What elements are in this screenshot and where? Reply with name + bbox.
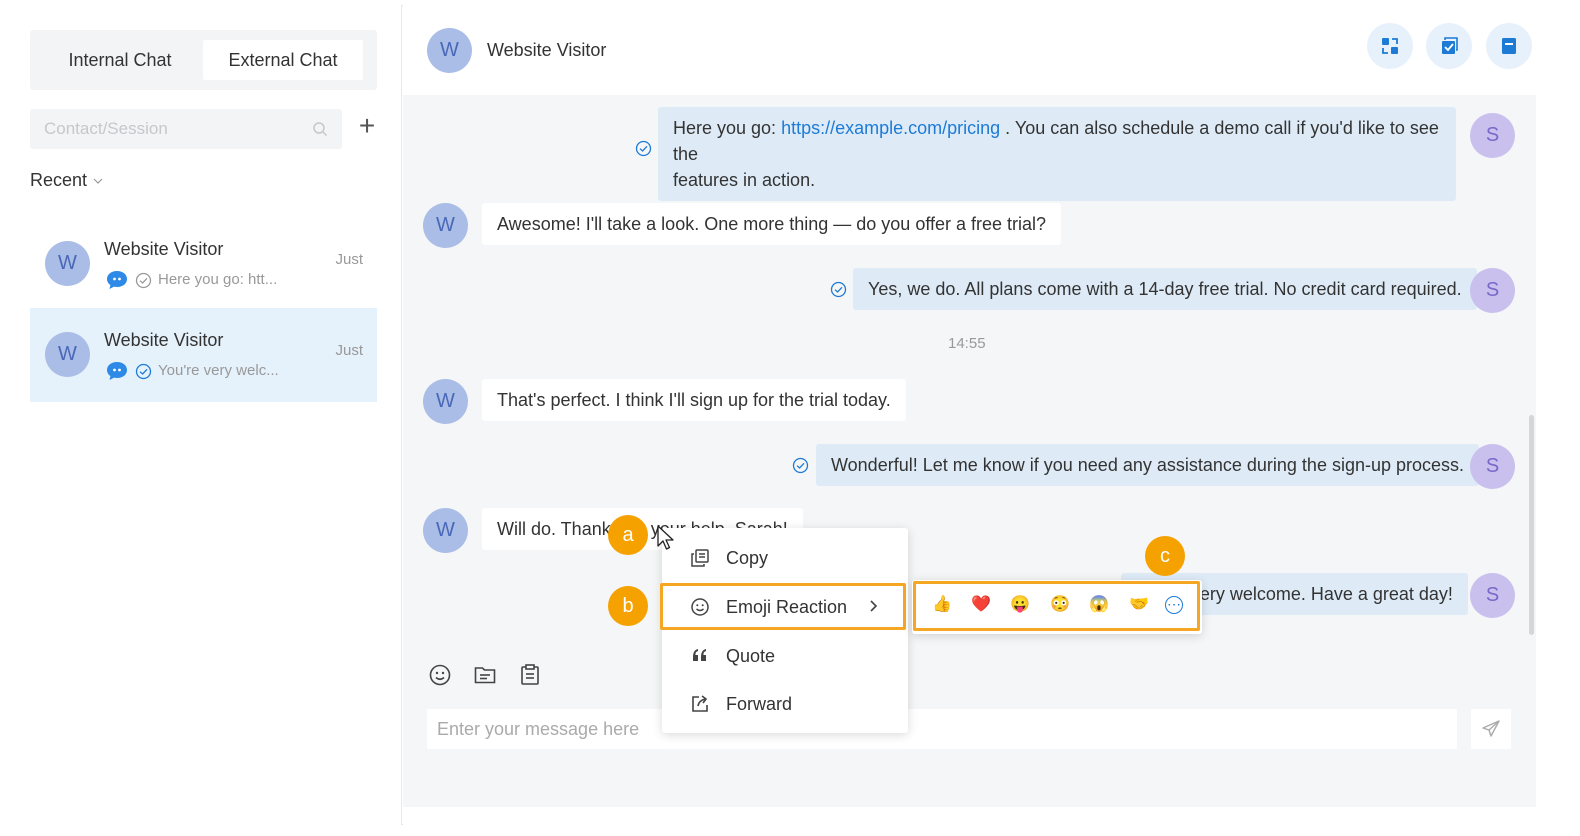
copy-icon <box>691 549 709 567</box>
agent-avatar: S <box>1470 268 1515 313</box>
tab-external-chat[interactable]: External Chat <box>203 40 363 80</box>
read-check-icon <box>135 363 152 380</box>
message-text: features in action. <box>673 170 816 190</box>
scrollbar[interactable] <box>1529 415 1534 635</box>
menu-item-copy[interactable]: Copy <box>662 534 908 580</box>
message-timestamp: 14:55 <box>948 335 986 352</box>
message-bubble-incoming[interactable]: Awesome! I'll take a look. One more thin… <box>482 203 1062 245</box>
conversation-preview: You're very welc... <box>158 362 279 379</box>
visitor-avatar: W <box>423 379 468 424</box>
footer-strip <box>403 807 1563 825</box>
resolve-button[interactable] <box>1426 23 1472 69</box>
visitor-avatar: W <box>423 203 468 248</box>
quote-icon <box>693 649 706 661</box>
message-link[interactable]: https://example.com/pricing <box>781 118 1000 138</box>
highlight-emoji-reaction <box>660 583 906 630</box>
agent-avatar: S <box>1470 573 1515 618</box>
agent-avatar: S <box>1470 113 1515 158</box>
checkbox-icon <box>1442 37 1458 54</box>
menu-item-label: Quote <box>726 646 776 666</box>
chat-header: W Website Visitor <box>403 5 1563 95</box>
search-icon[interactable] <box>312 121 328 137</box>
conversation-time: Just <box>335 342 363 359</box>
message-context-menu: Copy Emoji Reaction Quote Forward <box>662 528 908 733</box>
add-session-button[interactable]: + <box>355 112 379 140</box>
read-check-icon <box>635 140 652 157</box>
conversation-preview: Here you go: htt... <box>158 271 278 288</box>
search-input[interactable] <box>30 109 300 149</box>
transfer-icon <box>1382 38 1398 54</box>
send-icon <box>1482 720 1500 737</box>
recent-filter[interactable]: Recent <box>30 170 105 191</box>
message-bubble-outgoing[interactable]: Yes, we do. All plans come with a 14-day… <box>853 268 1477 310</box>
chat-title: Website Visitor <box>487 40 607 60</box>
recent-label: Recent <box>30 170 88 190</box>
message-bubble-outgoing[interactable]: Here you go: https://example.com/pricing… <box>658 107 1456 201</box>
conversation-time: Just <box>335 251 363 268</box>
menu-item-label: Forward <box>726 694 793 714</box>
mouse-cursor-icon <box>657 525 674 550</box>
menu-item-label: Copy <box>726 548 769 568</box>
read-check-icon <box>792 457 809 474</box>
folder-icon[interactable] <box>473 663 497 687</box>
conversation-item-selected[interactable]: W Website Visitor Just You're very welc.… <box>30 308 377 402</box>
chat-panel: W Website Visitor Here you go: https://e… <box>403 5 1563 825</box>
highlight-emoji-bar <box>913 581 1200 631</box>
avatar: W <box>45 332 90 377</box>
read-check-icon <box>830 281 847 298</box>
send-button[interactable] <box>1471 709 1511 749</box>
conversation-sidebar: Internal Chat External Chat + Recent W W… <box>5 5 402 825</box>
tab-internal-chat[interactable]: Internal Chat <box>40 40 200 80</box>
chat-bubble-icon <box>107 271 127 289</box>
menu-item-forward[interactable]: Forward <box>662 680 908 726</box>
search-box <box>30 109 342 149</box>
avatar: W <box>427 28 472 73</box>
callout-badge-c: c <box>1145 536 1185 576</box>
read-check-icon <box>135 272 152 289</box>
transfer-button[interactable] <box>1367 23 1413 69</box>
archive-icon <box>1502 38 1516 54</box>
message-text: Here you go: <box>673 118 782 138</box>
message-input[interactable] <box>427 709 1457 749</box>
message-bubble-incoming[interactable]: That's perfect. I think I'll sign up for… <box>482 379 906 421</box>
conversation-name: Website Visitor <box>104 330 224 350</box>
forward-icon <box>692 695 708 712</box>
chevron-down-icon <box>93 178 103 185</box>
chat-bubble-icon <box>107 362 127 380</box>
callout-badge-a: a <box>608 515 648 555</box>
archive-button[interactable] <box>1486 23 1532 69</box>
message-bubble-outgoing[interactable]: Wonderful! Let me know if you need any a… <box>816 444 1480 486</box>
menu-item-quote[interactable]: Quote <box>662 632 908 678</box>
composer <box>403 637 1536 807</box>
callout-badge-b: b <box>608 586 648 626</box>
visitor-avatar: W <box>423 508 468 553</box>
clipboard-icon[interactable] <box>518 663 542 687</box>
conversation-item[interactable]: W Website Visitor Just Here you go: htt.… <box>30 217 377 311</box>
message-list[interactable]: Here you go: https://example.com/pricing… <box>403 95 1536 637</box>
conversation-name: Website Visitor <box>104 239 224 259</box>
emoji-icon[interactable] <box>428 663 452 687</box>
agent-avatar: S <box>1470 444 1515 489</box>
chat-type-tabs: Internal Chat External Chat <box>30 30 377 90</box>
avatar: W <box>45 241 90 286</box>
